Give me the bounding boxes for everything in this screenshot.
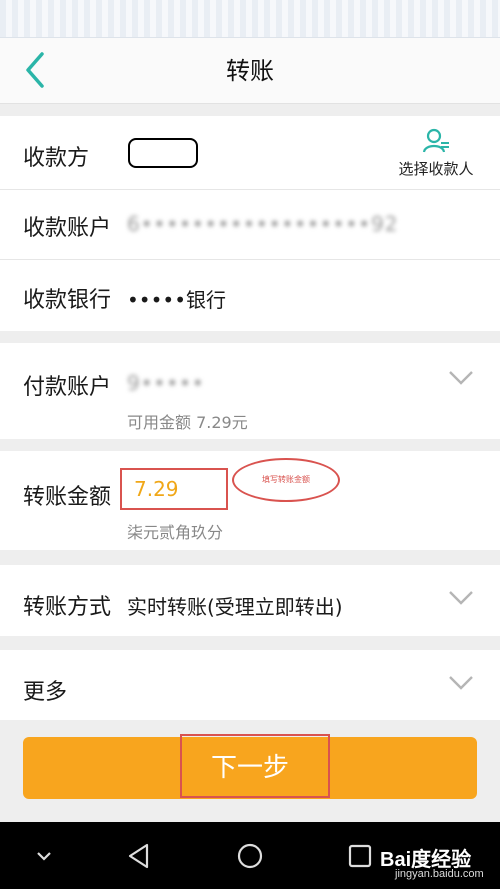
payee-name-redacted (128, 138, 198, 168)
back-triangle-icon[interactable] (124, 840, 156, 872)
contact-person-icon (422, 128, 449, 153)
transfer-method-value: 实时转账(受理立即转出) (127, 595, 343, 619)
payer-account-label: 付款账户 (23, 375, 112, 400)
chevron-down-icon[interactable] (448, 369, 474, 387)
amount-label: 转账金额 (23, 485, 112, 510)
transfer-method-card[interactable]: 转账方式 实时转账(受理立即转出) (0, 565, 500, 636)
payee-account-value: 6••••••••••••••••••92 (127, 212, 399, 236)
transfer-method-label: 转账方式 (23, 595, 112, 620)
available-balance: 可用金额 7.29元 (127, 413, 248, 432)
payee-bank-value: •••••银行 (127, 288, 226, 312)
amount-in-words: 柒元贰角玖分 (127, 523, 224, 542)
more-label: 更多 (23, 680, 68, 705)
payee-account-row[interactable]: 收款账户 6••••••••••••••••••92 (0, 190, 500, 259)
annotation-bubble: 填写转账金额 (232, 458, 340, 502)
next-step-label: 下一步 (210, 753, 289, 783)
payee-account-label: 收款账户 (23, 216, 112, 241)
choose-payee-button[interactable]: 选择收款人 (396, 128, 476, 184)
next-step-button[interactable]: 下一步 (23, 737, 477, 799)
page-title: 转账 (226, 57, 274, 85)
amount-input[interactable]: 7.29 (120, 468, 228, 510)
payee-card: 收款方 选择收款人 收款账户 6••••••••••••••••••92 收款银… (0, 116, 500, 331)
more-card[interactable]: 更多 (0, 650, 500, 720)
payee-bank-label: 收款银行 (23, 288, 112, 313)
recent-apps-square-icon[interactable] (344, 840, 376, 872)
baidu-watermark-url: jingyan.baidu.com (395, 868, 484, 880)
payer-card[interactable]: 付款账户 9••••• 可用金额 7.29元 (0, 343, 500, 439)
choose-payee-label: 选择收款人 (398, 160, 474, 178)
back-arrow-icon[interactable] (14, 48, 58, 92)
chevron-down-icon[interactable] (448, 674, 474, 692)
chevron-down-icon[interactable] (28, 840, 60, 872)
payee-row[interactable]: 收款方 选择收款人 (0, 116, 500, 189)
status-bar (0, 0, 500, 38)
header-bar: 转账 (0, 38, 500, 104)
payee-bank-row[interactable]: 收款银行 •••••银行 (0, 260, 500, 331)
payee-label: 收款方 (23, 146, 90, 171)
chevron-down-icon[interactable] (448, 589, 474, 607)
home-circle-icon[interactable] (234, 840, 266, 872)
payer-account-value: 9••••• (127, 371, 205, 395)
